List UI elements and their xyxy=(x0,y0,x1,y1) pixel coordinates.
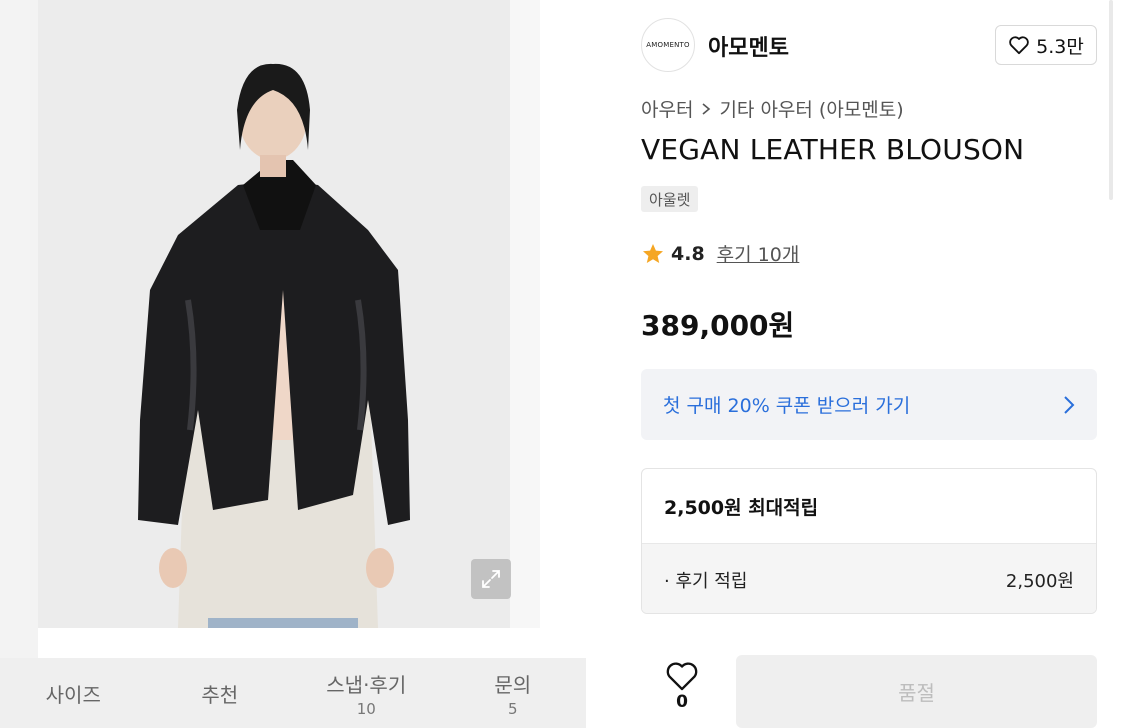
scrollbar[interactable] xyxy=(1109,0,1113,200)
tab-snap-reviews[interactable]: 스냅·후기 10 xyxy=(293,658,440,728)
heart-icon xyxy=(1009,36,1029,55)
tab-recommend[interactable]: 추천 xyxy=(147,658,294,728)
points-title: 2,500원 최대적립 xyxy=(664,496,819,519)
photo-gutter-right xyxy=(510,0,540,628)
model-in-jacket-image xyxy=(38,0,510,628)
product-price: 389,000원 xyxy=(641,309,795,342)
product-section-tabs: 사이즈 추천 스냅·후기 10 문의 5 xyxy=(0,658,586,728)
tab-label: 추천 xyxy=(201,682,239,707)
outlet-badge: 아울렛 xyxy=(641,186,699,212)
wishlist-count: 0 xyxy=(676,692,688,712)
brand-like-button[interactable]: 5.3만 xyxy=(995,25,1097,65)
chevron-right-icon xyxy=(702,102,711,115)
photo-gutter-left xyxy=(0,0,38,658)
reviews-link[interactable]: 후기 10개 xyxy=(717,240,800,267)
tab-count: 10 xyxy=(356,699,376,718)
breadcrumb-item[interactable]: 기타 아우터 (아모멘토) xyxy=(719,95,903,122)
points-row: · 후기 적립 2,500원 xyxy=(642,543,1096,613)
rating-summary: 4.8 후기 10개 xyxy=(641,240,799,267)
heart-icon xyxy=(666,662,698,691)
points-row-value: 2,500원 xyxy=(1005,570,1074,592)
star-icon xyxy=(643,243,663,263)
breadcrumb-item[interactable]: 아우터 xyxy=(641,95,693,122)
tab-label: 문의 xyxy=(494,672,532,697)
expand-image-button[interactable] xyxy=(471,559,511,599)
first-purchase-coupon-banner[interactable]: 첫 구매 20% 쿠폰 받으러 가기 xyxy=(641,369,1097,440)
tab-label: 사이즈 xyxy=(45,682,101,707)
brand-like-count: 5.3만 xyxy=(1036,35,1084,58)
tab-count: 5 xyxy=(507,699,518,718)
product-info-panel: AMOMENTO 아모멘토 5.3만 아우터 기타 아우터 (아모멘토) VEG… xyxy=(612,0,1125,728)
tab-size[interactable]: 사이즈 xyxy=(0,658,147,728)
expand-arrows-icon xyxy=(482,570,500,588)
tab-inquiry[interactable]: 문의 5 xyxy=(440,658,587,728)
breadcrumb: 아우터 기타 아우터 (아모멘토) xyxy=(641,95,904,122)
product-photo[interactable] xyxy=(38,0,510,628)
sold-out-button[interactable]: 품절 xyxy=(736,655,1097,728)
product-title: VEGAN LEATHER BLOUSON xyxy=(641,133,1025,166)
brand-name[interactable]: 아모멘토 xyxy=(708,30,789,62)
coupon-label: 첫 구매 20% 쿠폰 받으러 가기 xyxy=(663,395,911,417)
points-row-label: · 후기 적립 xyxy=(664,570,748,592)
wishlist-button[interactable]: 0 xyxy=(662,660,702,712)
brand-logo-text: AMOMENTO xyxy=(646,41,690,49)
product-media-panel: 사이즈 추천 스냅·후기 10 문의 5 xyxy=(0,0,612,728)
brand-logo[interactable]: AMOMENTO xyxy=(641,18,695,72)
tab-label: 스냅·후기 xyxy=(326,672,407,697)
points-box: 2,500원 최대적립 · 후기 적립 2,500원 xyxy=(641,468,1097,614)
rating-score: 4.8 xyxy=(671,242,705,265)
chevron-right-icon xyxy=(1064,395,1075,414)
